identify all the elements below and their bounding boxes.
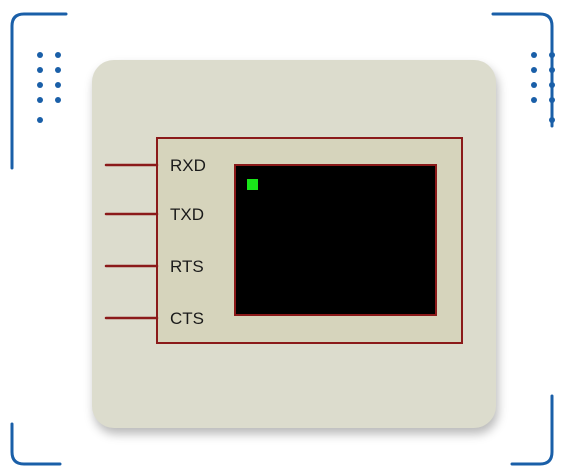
pin-label-rts: RTS [170, 257, 204, 276]
pin-label-cts: CTS [170, 309, 204, 328]
terminal-screen[interactable] [234, 164, 437, 316]
pin-label-txd: TXD [170, 205, 204, 224]
virtual-terminal-page: RXD TXD RTS CTS [0, 0, 569, 468]
pin-label-rxd: RXD [170, 156, 206, 175]
cursor-indicator [247, 179, 258, 190]
